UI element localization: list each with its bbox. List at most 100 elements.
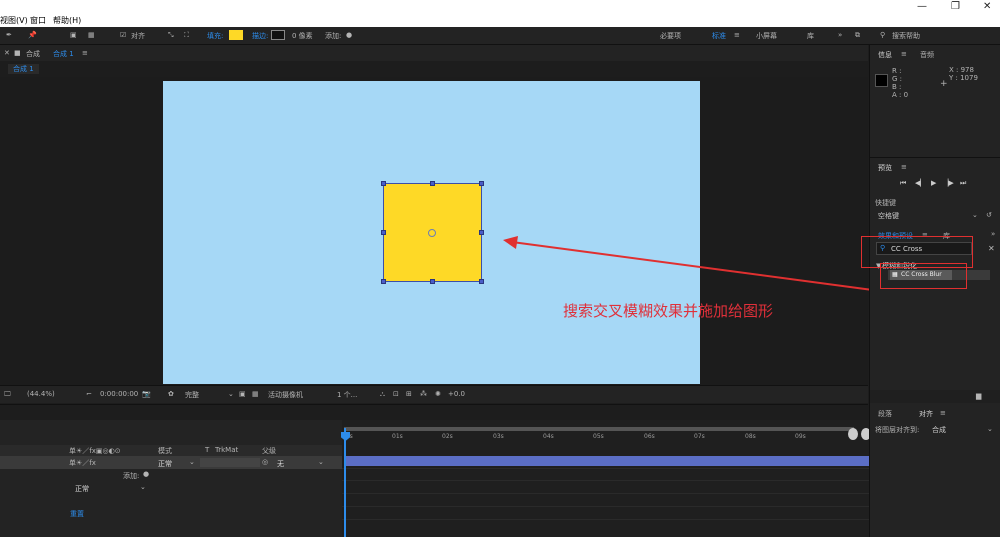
search-help-input[interactable]: 搜索帮助 — [892, 31, 920, 41]
resolution-dropdown[interactable]: 完整 — [185, 390, 199, 400]
frame-icon[interactable]: ⌐ — [86, 390, 92, 398]
tab-audio[interactable]: 音频 — [920, 50, 934, 60]
transform-handle[interactable] — [381, 181, 386, 186]
monitor-icon[interactable]: 🖵 — [4, 390, 11, 399]
stroke-color-swatch[interactable] — [271, 30, 285, 40]
chevron-down-icon: ⌄ — [972, 211, 978, 219]
workspace-small-screen[interactable]: 小屏幕 — [756, 31, 777, 41]
info-r: R : — [892, 67, 902, 75]
exposure-icon[interactable]: ✺ — [435, 390, 441, 398]
more-workspaces-icon[interactable]: » — [838, 31, 842, 39]
first-frame-icon[interactable]: ⏮ — [900, 179, 906, 188]
tab-align[interactable]: 对齐 — [919, 409, 933, 419]
menu-item-view[interactable]: 视图(V) — [0, 15, 28, 26]
transform-icon[interactable]: ⛶ — [184, 31, 189, 40]
align-checkbox[interactable]: ☑ — [120, 31, 126, 39]
transform-handle[interactable] — [479, 181, 484, 186]
stroke-width[interactable]: 0 像素 — [292, 31, 313, 41]
composition-tab[interactable]: 合成 1 — [53, 49, 74, 59]
work-area-bar[interactable] — [344, 427, 854, 431]
chevron-down-icon: ⌄ — [189, 458, 195, 466]
add-icon[interactable]: ● — [143, 470, 149, 478]
tab-paragraph[interactable]: 段落 — [878, 409, 892, 419]
info-b: B : — [892, 83, 902, 91]
arrow-icon[interactable]: ⤡ — [168, 31, 174, 40]
transform-handle[interactable] — [430, 279, 435, 284]
grid-icon[interactable]: ▦ — [88, 31, 95, 39]
composition-subtab[interactable]: 合成 1 — [8, 64, 39, 74]
fast-preview-icon[interactable]: ⊡ — [393, 390, 399, 398]
ruler-tick: 07s — [694, 433, 705, 440]
camera-icon[interactable]: 📷 — [142, 390, 151, 398]
menu-bar: 视图(V) 窗口 帮助(H) — ❐ ✕ — [0, 0, 1000, 27]
layer-panel: 单☀／fx▣◎◐⊙ 模式 T TrkMat 父级 单☀／fx 正常 ⌄ ◎ 无 … — [0, 420, 342, 537]
close-button[interactable]: ✕ — [983, 1, 991, 12]
zoom-out-icon[interactable] — [848, 428, 858, 440]
panel-menu-icon[interactable]: ≡ — [940, 409, 946, 417]
fill-color-swatch[interactable] — [229, 30, 243, 40]
trkmat-dropdown[interactable] — [200, 458, 260, 467]
maximize-button[interactable]: ❐ — [951, 1, 960, 12]
play-icon[interactable]: ▶ — [931, 179, 936, 187]
fill-label: 填充: — [207, 32, 224, 40]
reset-link[interactable]: 重置 — [70, 509, 84, 519]
last-frame-icon[interactable]: ⏭ — [960, 179, 966, 188]
render-icon[interactable]: ⛬ — [380, 390, 385, 399]
tab-info[interactable]: 信息 — [878, 50, 892, 60]
transparency-icon[interactable]: ▦ — [252, 390, 259, 398]
panel-menu-icon[interactable]: ≡ — [82, 49, 88, 57]
next-frame-icon[interactable]: ▕▶ — [943, 179, 954, 187]
exposure-value[interactable]: +0.0 — [448, 390, 465, 398]
transform-handle[interactable] — [381, 230, 386, 235]
align-to-label: 将图层对齐到: — [875, 426, 920, 434]
timecode[interactable]: 0:00:00:00 — [100, 390, 138, 398]
minimize-button[interactable]: — — [917, 1, 927, 12]
more-panels-icon[interactable]: » — [991, 230, 995, 238]
menu-item-window[interactable]: 窗口 — [30, 15, 46, 26]
transform-handle[interactable] — [381, 279, 386, 284]
clear-search-icon[interactable]: ✕ — [988, 244, 995, 253]
layer-switches[interactable]: 单☀／fx — [69, 458, 96, 468]
views-dropdown[interactable]: 1 个... — [337, 390, 357, 400]
layer-parent[interactable]: 无 — [277, 459, 284, 469]
anchor-point-icon[interactable] — [428, 229, 436, 237]
prev-frame-icon[interactable]: ◀▏ — [915, 179, 926, 187]
new-bin-icon[interactable]: ▆ — [976, 392, 981, 400]
lock-icon[interactable]: ■ — [14, 49, 21, 57]
crosshair-icon: + — [940, 79, 948, 89]
ruler-tick: 04s — [543, 433, 554, 440]
pen-tool-icon[interactable]: ✒ — [6, 31, 12, 39]
timeline-icon[interactable]: ⊞ — [406, 390, 412, 398]
camera-dropdown[interactable]: 活动摄像机 — [268, 390, 303, 400]
workspace-library[interactable]: 库 — [807, 31, 814, 41]
region-icon[interactable]: ▣ — [239, 390, 246, 398]
sync-icon[interactable]: ⧉ — [855, 31, 860, 40]
close-panel-icon[interactable]: ✕ — [4, 49, 10, 57]
shortcut-dropdown[interactable]: 空格键 — [878, 211, 899, 221]
workspace-essentials[interactable]: 必要项 — [660, 31, 681, 41]
column-trkmat: TrkMat — [215, 446, 239, 454]
panel-menu-icon[interactable]: ≡ — [901, 163, 907, 171]
align-to-dropdown[interactable]: 合成 — [932, 425, 946, 435]
menu-item-help[interactable]: 帮助(H) — [53, 15, 81, 26]
flowchart-icon[interactable]: ⁂ — [420, 390, 427, 398]
transform-handle[interactable] — [479, 230, 484, 235]
search-icon: ⚲ — [880, 31, 886, 39]
add-icon[interactable]: ● — [346, 31, 352, 39]
blend-mode-dropdown[interactable]: 正常 — [75, 484, 89, 494]
menu-icon[interactable]: ≡ — [734, 31, 740, 39]
pickwhip-icon[interactable]: ◎ — [262, 458, 268, 466]
transform-handle[interactable] — [430, 181, 435, 186]
panel-menu-icon[interactable]: ≡ — [901, 50, 907, 58]
reset-icon[interactable]: ↺ — [986, 211, 992, 219]
transform-handle[interactable] — [479, 279, 484, 284]
layer-mode[interactable]: 正常 — [158, 459, 172, 469]
snap-icon[interactable]: ▣ — [70, 31, 77, 39]
composition-tab-bar: ✕ ■ 合成 合成 1 ≡ — [0, 45, 868, 61]
zoom-dropdown[interactable]: (44.4%) — [27, 390, 55, 398]
pin-tool-icon[interactable]: 📌 — [28, 31, 37, 39]
playhead[interactable] — [344, 428, 346, 537]
color-icon[interactable]: ✿ — [168, 390, 174, 398]
workspace-standard[interactable]: 标准 — [712, 31, 726, 41]
add-label: 添加: — [325, 32, 342, 40]
